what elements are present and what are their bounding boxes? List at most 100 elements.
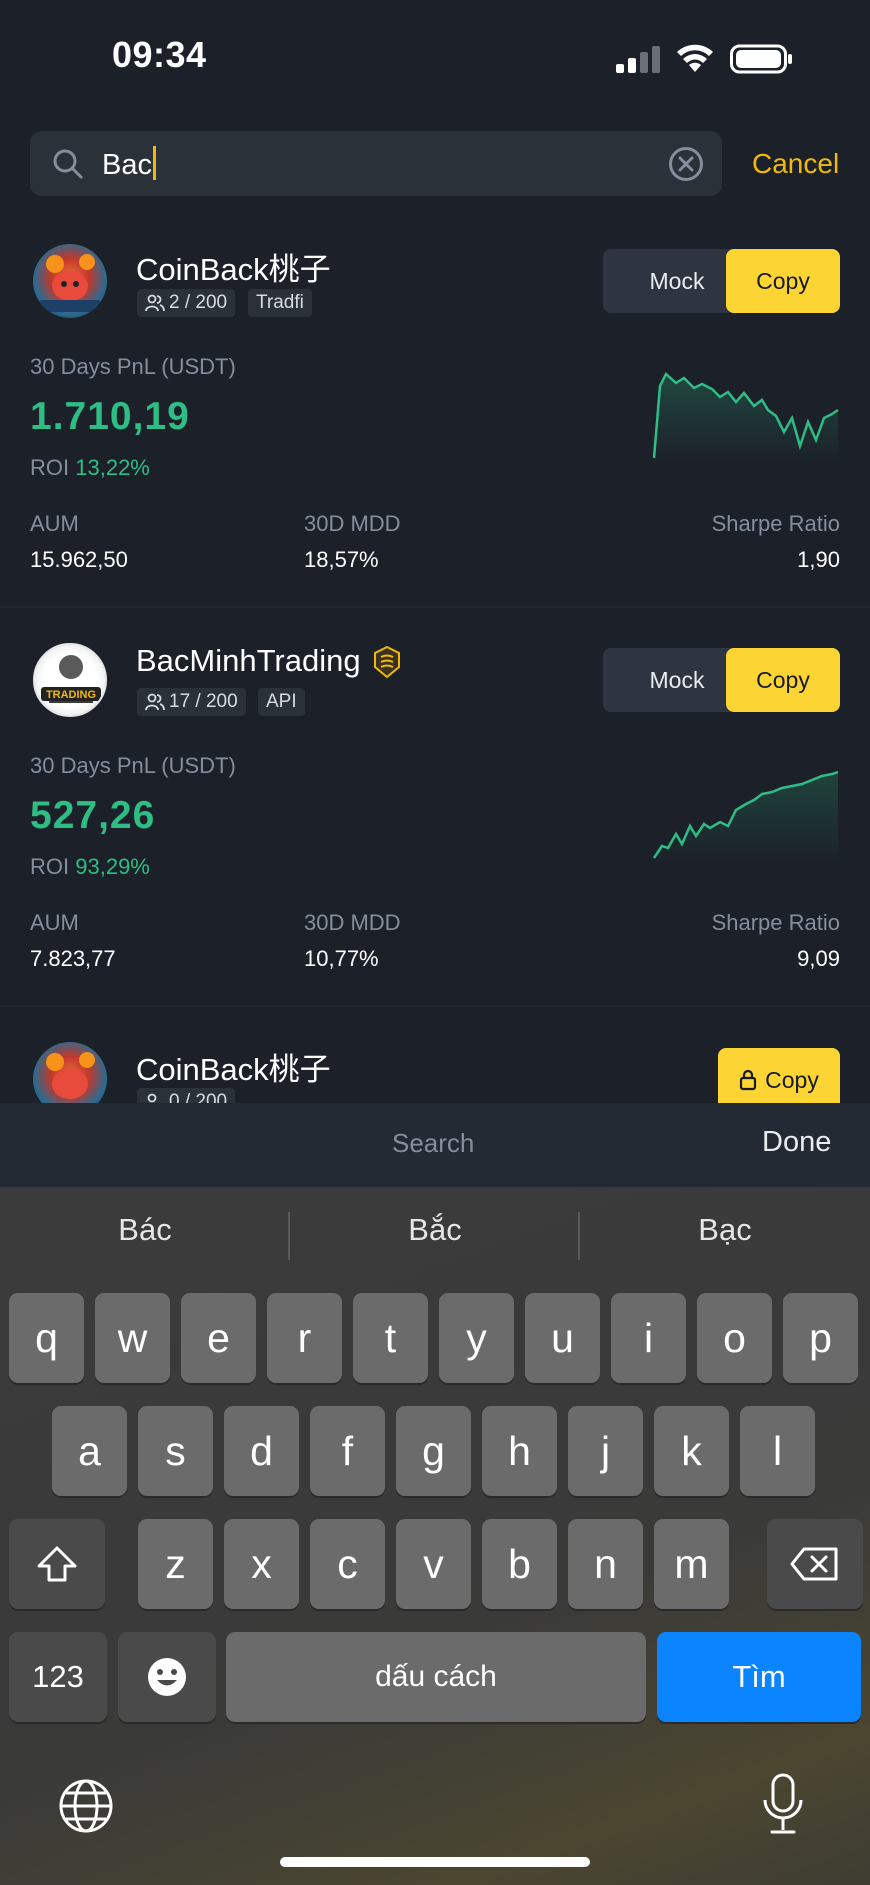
key-y[interactable]: y: [439, 1293, 514, 1383]
trader-tag: Tradfi: [248, 289, 312, 317]
pnl-sparkline: [652, 371, 839, 462]
emoji-key[interactable]: [118, 1632, 216, 1722]
globe-icon[interactable]: [58, 1778, 114, 1834]
locked-copy-button[interactable]: Copy: [718, 1048, 840, 1103]
key-z[interactable]: z: [138, 1519, 213, 1609]
key-b[interactable]: b: [482, 1519, 557, 1609]
key-a[interactable]: a: [52, 1406, 127, 1496]
verified-badge-icon: [374, 645, 400, 679]
status-time: 09:34: [112, 34, 207, 75]
key-j[interactable]: j: [568, 1406, 643, 1496]
done-button[interactable]: Done: [762, 1126, 831, 1159]
accessory-search-placeholder: Search: [392, 1128, 475, 1158]
key-u[interactable]: u: [525, 1293, 600, 1383]
lock-icon: [740, 1069, 757, 1091]
pnl-label: 30 Days PnL (USDT): [30, 753, 236, 778]
roi-label: ROI: [30, 455, 70, 480]
mdd-value: 10,77%: [304, 946, 379, 971]
key-e[interactable]: e: [181, 1293, 256, 1383]
trader-name[interactable]: CoinBack桃子: [136, 244, 331, 289]
svg-text:TRADING: TRADING: [46, 689, 96, 701]
key-w[interactable]: w: [95, 1293, 170, 1383]
pnl-sparkline: [652, 770, 839, 862]
followers-count: 0 / 200: [169, 1091, 228, 1103]
key-n[interactable]: n: [568, 1519, 643, 1609]
suggestion-1[interactable]: Bác: [0, 1212, 290, 1248]
pnl-value: 1.710,19: [30, 395, 190, 438]
sharpe-label: Sharpe Ratio: [711, 910, 840, 935]
roi-label: ROI: [30, 854, 70, 879]
key-g[interactable]: g: [396, 1406, 471, 1496]
battery-icon: [730, 44, 792, 74]
search-icon: [53, 149, 83, 179]
followers-icon: [145, 693, 165, 711]
trader-avatar[interactable]: [33, 1042, 107, 1103]
mdd-label: 30D MDD: [304, 511, 401, 536]
pnl-value: 527,26: [30, 794, 156, 837]
search-return-key[interactable]: Tìm: [657, 1632, 861, 1722]
key-k[interactable]: k: [654, 1406, 729, 1496]
cancel-button[interactable]: Cancel: [752, 148, 839, 180]
aum-value: 7.823,77: [30, 946, 116, 971]
avatar-art-icon: [39, 254, 101, 312]
key-f[interactable]: f: [310, 1406, 385, 1496]
key-o[interactable]: o: [697, 1293, 772, 1383]
key-v[interactable]: v: [396, 1519, 471, 1609]
key-q[interactable]: q: [9, 1293, 84, 1383]
card-divider: [0, 1005, 870, 1007]
roi-value: 13,22%: [75, 455, 150, 480]
avatar-art-icon: [46, 1052, 95, 1099]
pnl-label: 30 Days PnL (USDT): [30, 354, 236, 379]
trader-name[interactable]: BacMinhTrading: [136, 643, 361, 679]
search-input[interactable]: Bac: [102, 146, 156, 182]
key-d[interactable]: d: [224, 1406, 299, 1496]
key-x[interactable]: x: [224, 1519, 299, 1609]
roi-value: 93,29%: [75, 854, 150, 879]
key-t[interactable]: t: [353, 1293, 428, 1383]
card-divider: [0, 606, 870, 608]
avatar-art-icon: TRADING: [41, 655, 101, 703]
followers-count: 2 / 200: [169, 292, 228, 313]
followers-icon: [145, 294, 165, 312]
copy-label: Copy: [765, 1066, 819, 1093]
key-m[interactable]: m: [654, 1519, 729, 1609]
followers-badge: 2 / 200: [137, 289, 236, 317]
key-l[interactable]: l: [740, 1406, 815, 1496]
key-h[interactable]: h: [482, 1406, 557, 1496]
sharpe-label: Sharpe Ratio: [711, 511, 840, 536]
home-indicator[interactable]: [280, 1857, 590, 1867]
suggestion-2[interactable]: Bắc: [290, 1212, 580, 1248]
trader-name[interactable]: CoinBack桃子: [136, 1044, 331, 1089]
aum-label: AUM: [30, 910, 79, 935]
space-key[interactable]: dấu cách: [226, 1632, 646, 1722]
mdd-value: 18,57%: [304, 547, 379, 572]
key-s[interactable]: s: [138, 1406, 213, 1496]
shift-key[interactable]: [9, 1519, 105, 1609]
clear-search-icon[interactable]: [668, 146, 704, 182]
followers-icon: [147, 1093, 157, 1103]
key-r[interactable]: r: [267, 1293, 342, 1383]
shift-icon: [37, 1546, 77, 1582]
trader-card-partial[interactable]: CoinBack桃子 0 / 200 Copy: [0, 1010, 870, 1103]
aum-label: AUM: [30, 511, 79, 536]
backspace-key[interactable]: [767, 1519, 863, 1609]
key-c[interactable]: c: [310, 1519, 385, 1609]
trader-avatar[interactable]: [33, 244, 107, 318]
key-i[interactable]: i: [611, 1293, 686, 1383]
cellular-signal-icon: [616, 46, 660, 73]
wifi-icon: [677, 44, 713, 72]
sharpe-value: 1,90: [797, 547, 840, 572]
trader-avatar[interactable]: TRADING: [33, 643, 107, 717]
suggestion-3[interactable]: Bạc: [580, 1212, 870, 1248]
text-caret: [152, 146, 156, 180]
followers-badge: 0 / 200: [137, 1088, 236, 1103]
key-p[interactable]: p: [783, 1293, 858, 1383]
mdd-label: 30D MDD: [304, 910, 401, 935]
copy-button[interactable]: Copy: [726, 648, 840, 712]
emoji-icon: [148, 1658, 186, 1696]
followers-badge: 17 / 200: [137, 688, 246, 716]
microphone-icon[interactable]: [760, 1772, 806, 1836]
copy-button[interactable]: Copy: [726, 249, 840, 313]
numbers-key[interactable]: 123: [9, 1632, 107, 1722]
followers-count: 17 / 200: [169, 691, 238, 712]
